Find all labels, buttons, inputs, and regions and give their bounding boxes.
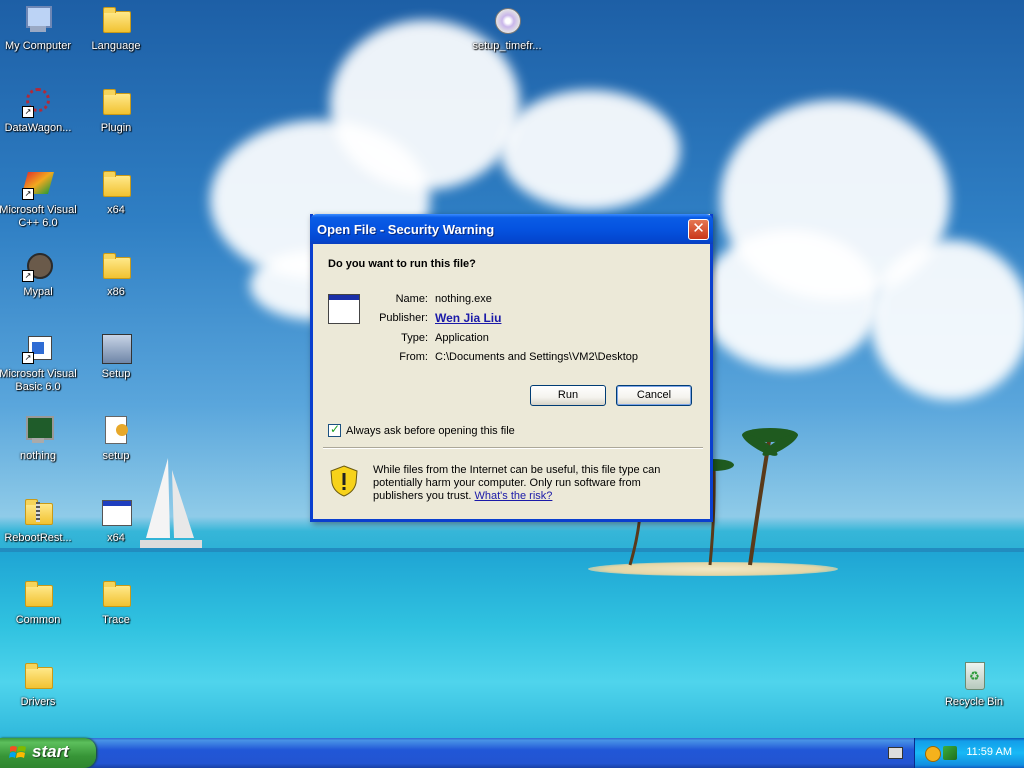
start-label: start (32, 742, 69, 761)
desktop-icon-label: setup_timefr... (472, 40, 542, 52)
setup-cd-icon (491, 4, 523, 36)
desktop-icon-label: Mypal (23, 286, 53, 298)
close-button[interactable]: ✕ (688, 219, 709, 240)
visual-basic-icon: ↗ (22, 332, 54, 364)
desktop-icon-label: Common (15, 614, 61, 626)
folder-icon (100, 86, 132, 118)
visual-cpp-icon: ↗ (22, 168, 54, 200)
mypal-icon: ↗ (22, 250, 54, 282)
desktop-icon-rebootrest[interactable]: RebootRest... (0, 496, 78, 545)
desktop-icon-trace[interactable]: Trace (76, 578, 156, 627)
desktop-icon-nothing[interactable]: nothing (0, 414, 78, 463)
publisher-link[interactable]: Wen Jia Liu (435, 311, 501, 325)
from-value: C:\Documents and Settings\VM2\Desktop (435, 351, 638, 363)
always-ask-label[interactable]: Always ask before opening this file (346, 425, 515, 437)
desktop-icon-label: Recycle Bin (944, 696, 1004, 708)
desktop-icon-x86-folder[interactable]: x86 (76, 250, 156, 299)
zip-folder-icon (22, 496, 54, 528)
dialog-title: Open File - Security Warning (317, 222, 495, 237)
publisher-value: Wen Jia Liu (435, 311, 501, 325)
type-value: Application (435, 332, 489, 344)
my-computer-icon (22, 4, 54, 36)
clock[interactable]: 11:59 AM (966, 746, 1012, 758)
whats-the-risk-link[interactable]: What's the risk? (475, 490, 553, 502)
desktop-icon-label: Trace (102, 614, 130, 626)
desktop-icon-my-computer[interactable]: My Computer (0, 4, 78, 53)
desktop-icon-setup-config[interactable]: setup (76, 414, 156, 463)
desktop-icon-x64-folder[interactable]: x64 (76, 168, 156, 217)
desktop-icon-language[interactable]: Language (76, 4, 156, 53)
windows-logo-icon (9, 746, 26, 758)
desktop-icon-plugin[interactable]: Plugin (76, 86, 156, 135)
desktop-icon-label: x64 (107, 204, 125, 216)
system-tray: 11:59 AM (914, 738, 1024, 768)
desktop-icon-label: My Computer (4, 40, 72, 52)
folder-icon (100, 578, 132, 610)
datawagon-icon: ↗ (22, 86, 54, 118)
application-file-icon (328, 294, 360, 324)
setup-config-icon (100, 414, 132, 446)
security-alert-icon[interactable] (925, 746, 941, 762)
desktop-icon-label: setup (102, 450, 130, 462)
desktop-icon-label: Language (91, 40, 141, 52)
always-ask-checkbox[interactable] (328, 422, 341, 437)
folder-icon (100, 250, 132, 282)
security-warning-dialog: Open File - Security Warning ✕ Do you wa… (310, 214, 713, 522)
desktop-icon-label: Setup (101, 368, 131, 380)
desktop-icon-label: RebootRest... (4, 532, 72, 544)
desktop-icon-mypal[interactable]: ↗ Mypal (0, 250, 78, 299)
taskbar: start 11:59 AM (0, 738, 1024, 768)
desktop-icon-x64-app[interactable]: x64 (76, 496, 156, 545)
dialog-title-bar[interactable]: Open File - Security Warning ✕ (310, 214, 713, 244)
folder-icon (22, 578, 54, 610)
setup-icon (100, 332, 132, 364)
cloud (870, 240, 1024, 400)
desktop-icon-label: Drivers (20, 696, 56, 708)
run-question: Do you want to run this file? (328, 258, 476, 270)
run-button[interactable]: Run (530, 385, 606, 406)
desktop-icon-common[interactable]: Common (0, 578, 78, 627)
desktop-icon-label: x64 (107, 532, 125, 544)
desktop-icon-label: x86 (107, 286, 125, 298)
desktop-icon-setup[interactable]: Setup (76, 332, 156, 381)
app-window-icon (100, 496, 132, 528)
publisher-label: Publisher: (379, 312, 428, 324)
warning-message: While files from the Internet can be use… (373, 464, 693, 503)
divider (323, 447, 703, 449)
folder-icon (22, 660, 54, 692)
security-shield-icon (330, 465, 358, 497)
desktop-icon-datawagon[interactable]: ↗ DataWagon... (0, 86, 78, 135)
cloud (700, 230, 880, 370)
start-button[interactable]: start (0, 738, 96, 768)
folder-icon (100, 4, 132, 36)
nothing-app-icon (22, 414, 54, 446)
desktop-icon-label: Microsoft Visual Basic 6.0 (0, 368, 77, 393)
cancel-button[interactable]: Cancel (616, 385, 692, 406)
recycle-bin-icon: ♻ (958, 660, 990, 692)
name-value: nothing.exe (435, 293, 492, 305)
desktop-icon-recycle-bin[interactable]: ♻ Recycle Bin (934, 660, 1014, 709)
from-label: From: (399, 351, 428, 363)
desktop-icon-label: DataWagon... (4, 122, 72, 134)
type-label: Type: (401, 332, 428, 344)
desktop-icon-label: Microsoft Visual C++ 6.0 (0, 204, 77, 229)
desktop-icon-label: Plugin (100, 122, 132, 134)
desktop-icon-visual-basic[interactable]: ↗ Microsoft Visual Basic 6.0 (0, 332, 78, 394)
network-icon[interactable] (943, 746, 957, 760)
name-label: Name: (395, 293, 428, 305)
desktop-icon-setup-timefr[interactable]: setup_timefr... (467, 4, 547, 53)
desktop-icon-label: nothing (19, 450, 57, 462)
folder-icon (100, 168, 132, 200)
cloud (500, 90, 680, 210)
desktop-icon-drivers[interactable]: Drivers (0, 660, 78, 709)
keyboard-icon[interactable] (888, 747, 903, 759)
desktop-icon-visual-cpp[interactable]: ↗ Microsoft Visual C++ 6.0 (0, 168, 78, 230)
